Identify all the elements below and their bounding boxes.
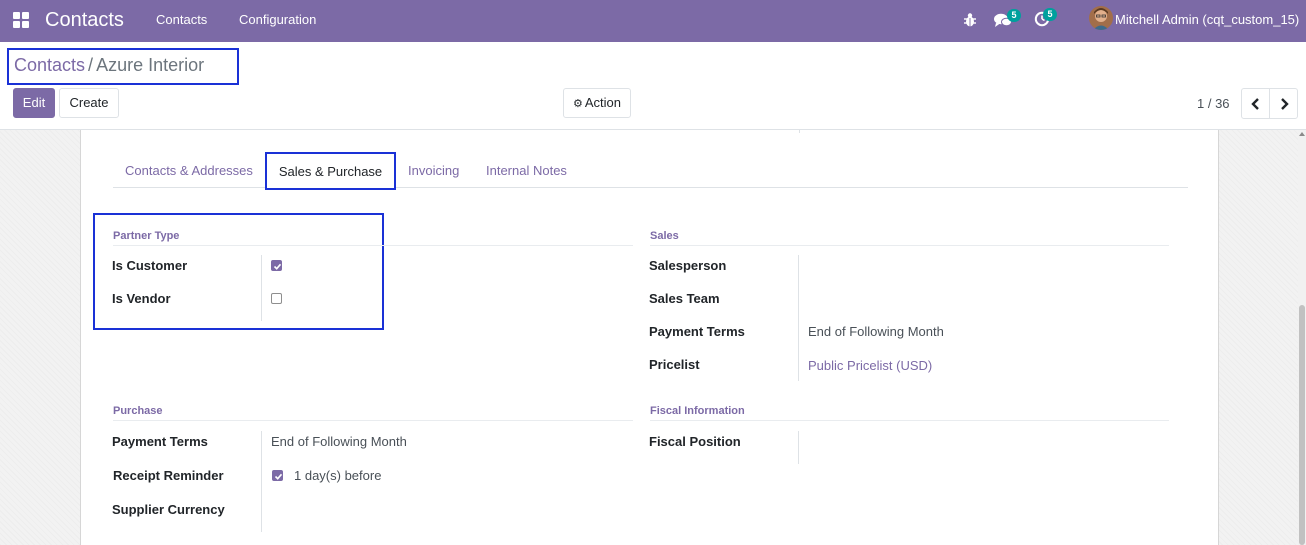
sales-payment-terms-label: Payment Terms	[649, 324, 745, 339]
supplier-currency-label: Supplier Currency	[112, 502, 225, 517]
sales-team-label: Sales Team	[649, 291, 720, 306]
user-menu[interactable]: Mitchell Admin (cqt_custom_15)	[1115, 12, 1299, 27]
activities-badge: 5	[1043, 8, 1057, 21]
breadcrumb-contacts[interactable]: Contacts	[14, 55, 85, 75]
tab-invoicing[interactable]: Invoicing	[408, 163, 459, 178]
field-divider	[799, 130, 800, 133]
bug-icon[interactable]	[963, 12, 977, 28]
purchase-title: Purchase	[113, 405, 163, 417]
field-divider	[798, 255, 799, 381]
chevron-right-icon	[1281, 98, 1289, 110]
group-divider	[113, 420, 633, 421]
is-vendor-checkbox[interactable]	[271, 293, 282, 304]
create-button[interactable]: Create	[59, 88, 119, 118]
group-divider	[650, 420, 1169, 421]
group-divider	[650, 245, 1169, 246]
action-label: Action	[584, 95, 621, 110]
purchase-payment-terms-label: Payment Terms	[112, 434, 208, 449]
tab-contacts-addresses[interactable]: Contacts & Addresses	[125, 163, 253, 178]
salesperson-label: Salesperson	[649, 258, 727, 273]
check-icon	[273, 263, 282, 270]
pager-next-button[interactable]	[1269, 88, 1298, 119]
menu-configuration[interactable]: Configuration	[239, 12, 316, 27]
action-button[interactable]: ⚙ Action	[563, 88, 631, 118]
sales-title: Sales	[650, 230, 679, 242]
is-customer-label: Is Customer	[112, 258, 188, 273]
purchase-payment-terms-value[interactable]: End of Following Month	[271, 434, 407, 449]
edit-button[interactable]: Edit	[13, 88, 55, 118]
breadcrumb-separator: /	[88, 55, 94, 75]
gear-icon: ⚙	[572, 98, 583, 110]
fiscal-position-label: Fiscal Position	[649, 434, 741, 449]
field-divider	[798, 431, 799, 464]
form-view: Contacts & Addresses Sales & Purchase In…	[0, 130, 1306, 545]
partner-type-title: Partner Type	[113, 230, 180, 242]
scrollbar[interactable]	[1298, 130, 1306, 545]
apps-grid-icon[interactable]	[13, 12, 29, 28]
check-icon	[274, 473, 283, 480]
field-divider	[261, 431, 262, 532]
breadcrumb: Contacts / Azure Interior	[7, 48, 239, 85]
top-navbar: Contacts Contacts Configuration 5 5 Mitc…	[0, 0, 1306, 42]
chevron-left-icon	[1251, 98, 1259, 110]
tab-sales-purchase[interactable]: Sales & Purchase	[265, 152, 396, 190]
is-vendor-label: Is Vendor	[112, 291, 171, 306]
group-divider	[113, 245, 633, 246]
field-divider	[261, 255, 262, 321]
is-customer-checkbox[interactable]	[271, 260, 282, 271]
scrollbar-thumb[interactable]	[1299, 305, 1305, 545]
control-panel: Contacts / Azure Interior Edit Create ⚙ Act…	[0, 42, 1306, 130]
messages-badge: 5	[1007, 9, 1021, 22]
form-sheet: Contacts & Addresses Sales & Purchase In…	[80, 130, 1219, 545]
pager-value[interactable]: 1 / 36	[1197, 96, 1230, 111]
pricelist-label: Pricelist	[649, 357, 700, 372]
scroll-up-icon[interactable]	[1299, 132, 1305, 136]
receipt-reminder-days[interactable]: 1 day(s) before	[294, 468, 381, 483]
tab-internal-notes[interactable]: Internal Notes	[486, 163, 567, 178]
receipt-reminder-label: Receipt Reminder	[113, 468, 224, 483]
sales-payment-terms-value[interactable]: End of Following Month	[808, 324, 944, 339]
avatar[interactable]	[1089, 6, 1113, 30]
pricelist-link[interactable]: Public Pricelist (USD)	[808, 358, 932, 373]
app-title[interactable]: Contacts	[45, 9, 124, 32]
fiscal-information-title: Fiscal Information	[650, 405, 745, 417]
notebook-tabs: Contacts & Addresses Sales & Purchase In…	[113, 152, 1188, 190]
pager-previous-button[interactable]	[1241, 88, 1270, 119]
receipt-reminder-checkbox[interactable]	[272, 470, 283, 481]
menu-contacts[interactable]: Contacts	[156, 12, 207, 27]
breadcrumb-current: Azure Interior	[96, 55, 205, 75]
